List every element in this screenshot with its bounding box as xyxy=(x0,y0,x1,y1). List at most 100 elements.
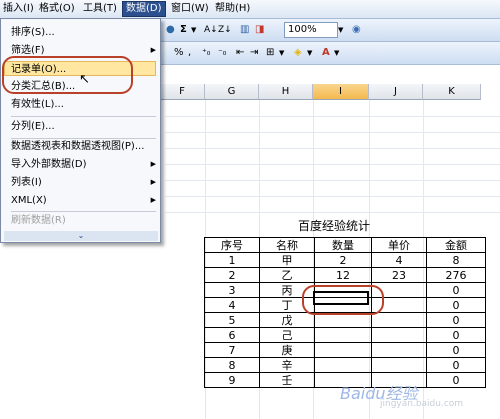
table-cell[interactable] xyxy=(314,342,372,358)
grid-line xyxy=(165,148,500,149)
fill-color-icon[interactable]: ◈ xyxy=(294,45,302,61)
table-cell[interactable]: 0 xyxy=(426,282,486,298)
menu-item-label: 排序(S)... xyxy=(11,27,55,38)
table-cell[interactable]: 庚 xyxy=(259,342,315,358)
column-header-f[interactable]: F xyxy=(160,84,205,100)
table-cell[interactable]: 0 xyxy=(426,372,486,388)
column-header-i[interactable]: I xyxy=(313,84,369,100)
table-cell[interactable]: 乙 xyxy=(259,267,315,283)
header-cell[interactable]: 单价 xyxy=(371,237,427,253)
font-color-dropdown-icon[interactable]: ▼ xyxy=(334,45,339,61)
table-cell[interactable]: 4 xyxy=(371,252,427,268)
increase-decimal-icon[interactable]: ⁺₀ xyxy=(202,45,210,61)
table-cell[interactable]: 0 xyxy=(426,342,486,358)
table-cell[interactable]: 4 xyxy=(204,297,260,313)
menu-item-xml[interactable]: XML(X) ▶ xyxy=(11,193,156,208)
menu-item-import-external-data[interactable]: 导入外部数据(D) ▶ xyxy=(11,157,156,172)
table-cell[interactable] xyxy=(371,327,427,343)
table-cell[interactable]: 0 xyxy=(426,357,486,373)
sort-descending-icon[interactable]: Z↓ xyxy=(218,22,232,38)
font-color-icon[interactable]: A xyxy=(322,45,330,61)
table-cell[interactable]: 己 xyxy=(259,327,315,343)
table-row: 7 庚 0 xyxy=(204,342,486,358)
table-cell[interactable]: 9 xyxy=(204,372,260,388)
header-cell[interactable]: 数量 xyxy=(314,237,372,253)
help-icon[interactable]: ◉ xyxy=(352,22,361,38)
table-cell[interactable]: 甲 xyxy=(259,252,315,268)
table-cell[interactable]: 3 xyxy=(204,282,260,298)
menu-item-refresh-data: 刷新数据(R) xyxy=(11,213,156,228)
menu-item-text-to-columns[interactable]: 分列(E)... xyxy=(11,119,156,134)
header-cell[interactable]: 金额 xyxy=(426,237,486,253)
menu-data[interactable]: 数据(D) xyxy=(122,1,166,17)
column-header-h[interactable]: H xyxy=(259,84,313,100)
table-cell[interactable] xyxy=(314,357,372,373)
menu-insert[interactable]: 插入(I) xyxy=(0,2,37,16)
menu-item-list[interactable]: 列表(I) ▶ xyxy=(11,175,156,190)
increase-indent-icon[interactable]: ⇥ xyxy=(250,45,258,61)
chart-wizard-icon[interactable]: ▥ xyxy=(240,22,249,38)
table-row: 8 辛 0 xyxy=(204,357,486,373)
table-cell[interactable]: 0 xyxy=(426,312,486,328)
table-cell[interactable]: 0 xyxy=(426,327,486,343)
table-cell[interactable]: 5 xyxy=(204,312,260,328)
menu-item-sort[interactable]: 排序(S)... xyxy=(11,25,156,40)
annotation-circle-menu-item xyxy=(2,56,133,94)
column-header-k[interactable]: K xyxy=(423,84,481,100)
zoom-box[interactable]: 100% xyxy=(284,22,338,38)
menu-item-pivot-table[interactable]: 数据透视表和数据透视图(P)... xyxy=(11,139,156,154)
table-cell[interactable]: 7 xyxy=(204,342,260,358)
menu-item-label: 有效性(L)... xyxy=(11,99,64,110)
table-cell[interactable] xyxy=(371,357,427,373)
grid-line xyxy=(165,116,500,117)
table-cell[interactable] xyxy=(371,312,427,328)
table-cell[interactable]: 0 xyxy=(426,297,486,313)
table-cell[interactable]: 276 xyxy=(426,267,486,283)
grid-line xyxy=(165,180,500,181)
decrease-decimal-icon[interactable]: ⁻₀ xyxy=(218,45,226,61)
table-cell[interactable]: 戊 xyxy=(259,312,315,328)
sort-ascending-icon[interactable]: A↓ xyxy=(204,22,218,38)
column-header-j[interactable]: J xyxy=(369,84,423,100)
header-cell[interactable]: 名称 xyxy=(259,237,315,253)
header-cell[interactable]: 序号 xyxy=(204,237,260,253)
table-cell[interactable]: 12 xyxy=(314,267,372,283)
table-cell[interactable]: 6 xyxy=(204,327,260,343)
menu-item-label: 导入外部数据(D) xyxy=(11,159,87,170)
borders-dropdown-icon[interactable]: ▼ xyxy=(279,45,284,61)
percent-style-button[interactable]: % xyxy=(174,45,184,61)
fill-color-dropdown-icon[interactable]: ▼ xyxy=(307,45,312,61)
drawing-icon[interactable]: ◨ xyxy=(255,22,264,38)
menu-item-label: 数据透视表和数据透视图(P)... xyxy=(11,141,145,152)
table-row: 2 乙 12 23 276 xyxy=(204,267,486,283)
grid-line xyxy=(165,196,500,197)
menu-expand-button[interactable]: ⌄ xyxy=(4,231,158,241)
table-cell[interactable]: 23 xyxy=(371,267,427,283)
zoom-dropdown-icon[interactable]: ▼ xyxy=(338,22,343,38)
menu-tools[interactable]: 工具(T) xyxy=(80,2,120,16)
menu-help[interactable]: 帮助(H) xyxy=(212,2,253,16)
table-cell[interactable] xyxy=(371,342,427,358)
table-cell[interactable]: 辛 xyxy=(259,357,315,373)
chevron-down-icon: ⌄ xyxy=(77,231,85,240)
comma-style-button[interactable]: , xyxy=(188,45,191,61)
hyperlink-icon[interactable]: ● xyxy=(166,22,175,38)
table-cell[interactable] xyxy=(314,327,372,343)
table-row: 1 甲 2 4 8 xyxy=(204,252,486,268)
table-cell[interactable]: 8 xyxy=(204,357,260,373)
menu-format[interactable]: 格式(O) xyxy=(36,2,78,16)
table-cell[interactable]: 2 xyxy=(204,267,260,283)
autosum-dropdown-icon[interactable]: ▼ xyxy=(191,22,196,38)
menu-window[interactable]: 窗口(W) xyxy=(168,2,212,16)
table-cell[interactable]: 2 xyxy=(314,252,372,268)
decrease-indent-icon[interactable]: ⇤ xyxy=(236,45,244,61)
table-cell[interactable]: 壬 xyxy=(259,372,315,388)
table-cell[interactable]: 1 xyxy=(204,252,260,268)
menu-item-validation[interactable]: 有效性(L)... xyxy=(11,97,156,112)
autosum-icon[interactable]: Σ xyxy=(180,22,187,38)
column-header-g[interactable]: G xyxy=(205,84,259,100)
menu-item-label: 分列(E)... xyxy=(11,121,55,132)
menu-separator xyxy=(11,211,156,212)
borders-icon[interactable]: ⊞ xyxy=(266,45,274,61)
table-cell[interactable]: 8 xyxy=(426,252,486,268)
